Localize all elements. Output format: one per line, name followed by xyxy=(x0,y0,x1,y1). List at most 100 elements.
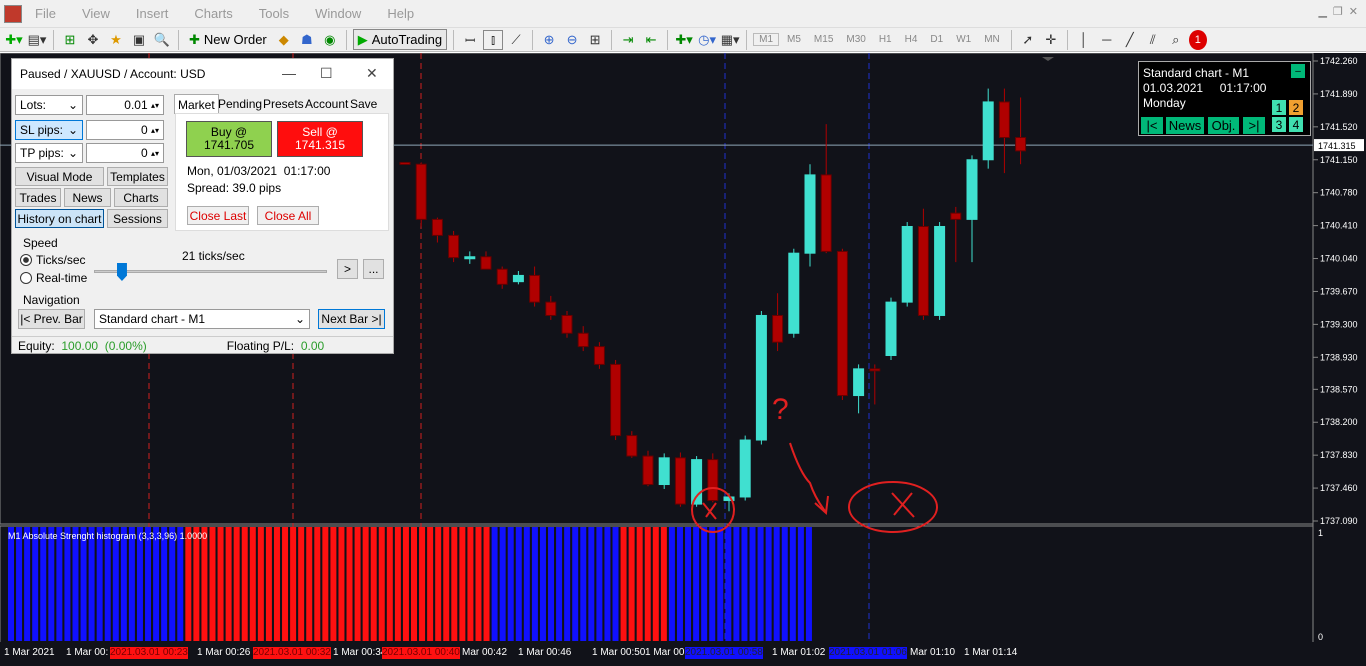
tf-h4[interactable]: H4 xyxy=(900,34,923,45)
tf-mn[interactable]: MN xyxy=(979,34,1005,45)
navigator-icon[interactable]: ✥ xyxy=(83,30,103,50)
candle-chart-icon[interactable]: ⫾ xyxy=(483,29,504,50)
market-watch-icon[interactable]: ⊞ xyxy=(60,30,80,50)
slot-1-button[interactable]: 1 xyxy=(1272,100,1286,115)
line-chart-icon[interactable]: ⟋ xyxy=(506,30,526,50)
metaeditor-icon[interactable]: ◆ xyxy=(274,30,294,50)
menu-tools[interactable]: Tools xyxy=(246,6,302,21)
tf-h1[interactable]: H1 xyxy=(874,34,897,45)
chart-shift-icon[interactable]: ⇤ xyxy=(641,30,661,50)
tester-icon[interactable]: 🔍 xyxy=(152,30,172,50)
close-icon[interactable]: ✕ xyxy=(1349,5,1358,18)
tab-market[interactable]: Market xyxy=(174,94,219,114)
charts-button[interactable]: Charts xyxy=(114,188,168,207)
spinner-icon[interactable]: ▴▾ xyxy=(151,126,159,135)
minimize-icon[interactable]: ▁ xyxy=(1318,5,1326,18)
spinner-icon[interactable]: ▴▾ xyxy=(151,149,159,158)
ticks-radio[interactable]: Ticks/sec xyxy=(20,253,86,267)
chart-select[interactable]: Standard chart - M1 ⌄ xyxy=(94,309,310,329)
tp-input[interactable]: 0 ▴▾ xyxy=(86,143,164,163)
visual-mode-button[interactable]: Visual Mode xyxy=(15,167,104,186)
menu-file[interactable]: File xyxy=(22,6,69,21)
sl-input[interactable]: 0 ▴▾ xyxy=(86,120,164,140)
new-chart-icon[interactable]: ✚▾ xyxy=(4,30,24,50)
tf-d1[interactable]: D1 xyxy=(925,34,948,45)
tf-w1[interactable]: W1 xyxy=(951,34,976,45)
sl-select[interactable]: SL pips: ⌄ xyxy=(15,120,83,140)
profiles-icon[interactable]: ▤▾ xyxy=(27,30,47,50)
channel-icon[interactable]: ⫽ xyxy=(1143,30,1163,50)
candle-body xyxy=(545,301,557,316)
news-toggle-button[interactable]: News xyxy=(1166,117,1204,134)
slot-2-button[interactable]: 2 xyxy=(1289,100,1303,115)
next-bar-button[interactable]: Next Bar >| xyxy=(318,309,385,329)
horizontal-line-icon[interactable]: ─ xyxy=(1097,30,1117,50)
menu-window[interactable]: Window xyxy=(302,6,374,21)
maximize-icon[interactable]: ☐ xyxy=(320,65,333,82)
restore-icon[interactable]: ❐ xyxy=(1333,5,1343,18)
menu-insert[interactable]: Insert xyxy=(123,6,182,21)
terminal-icon[interactable]: ▣ xyxy=(129,30,149,50)
zoom-out-icon[interactable]: ⊖ xyxy=(562,30,582,50)
templates-button[interactable]: Templates xyxy=(107,167,168,186)
search-icon[interactable]: ⌕ xyxy=(1166,30,1186,50)
tab-pending[interactable]: Pending xyxy=(215,94,265,114)
cursor-icon[interactable]: ➚ xyxy=(1018,30,1038,50)
first-button[interactable]: |< xyxy=(1141,117,1163,134)
prev-bar-button[interactable]: |< Prev. Bar xyxy=(18,309,85,329)
menu-view[interactable]: View xyxy=(69,6,123,21)
speed-slider-thumb[interactable] xyxy=(116,263,127,281)
notification-icon[interactable]: 1 xyxy=(1188,29,1207,50)
close-all-button[interactable]: Close All xyxy=(257,206,319,225)
menu-charts[interactable]: Charts xyxy=(181,6,245,21)
favorites-icon[interactable]: ★ xyxy=(106,30,126,50)
menu-bar: File View Insert Charts Tools Window Hel… xyxy=(0,0,1366,27)
templates-icon[interactable]: ▦▾ xyxy=(720,30,740,50)
forward-button[interactable]: > xyxy=(337,259,358,279)
trendline-icon[interactable]: ╱ xyxy=(1120,30,1140,50)
tf-m30[interactable]: M30 xyxy=(841,34,870,45)
menu-help[interactable]: Help xyxy=(374,6,427,21)
tf-m5[interactable]: M5 xyxy=(782,34,806,45)
sell-button[interactable]: Sell @1741.315 xyxy=(277,121,363,157)
tab-save[interactable]: Save xyxy=(347,94,380,114)
candle-body xyxy=(626,435,638,457)
autoscroll-icon[interactable]: ⇥ xyxy=(618,30,638,50)
signals-icon[interactable]: ☗ xyxy=(297,30,317,50)
clock-icon[interactable]: ◷▾ xyxy=(697,30,717,50)
slot-4-button[interactable]: 4 xyxy=(1289,117,1303,132)
tab-account[interactable]: Account xyxy=(302,94,351,114)
crosshair-icon[interactable]: ✛ xyxy=(1041,30,1061,50)
vertical-line-icon[interactable]: │ xyxy=(1074,30,1094,50)
realtime-radio[interactable]: Real-time xyxy=(20,271,87,285)
sessions-button[interactable]: Sessions xyxy=(107,209,168,228)
zoom-in-icon[interactable]: ⊕ xyxy=(539,30,559,50)
tp-select[interactable]: TP pips: ⌄ xyxy=(15,143,83,163)
history-on-chart-button[interactable]: History on chart xyxy=(15,209,104,228)
slot-3-button[interactable]: 3 xyxy=(1272,117,1286,132)
trades-button[interactable]: Trades xyxy=(15,188,61,207)
tf-m15[interactable]: M15 xyxy=(809,34,838,45)
collapse-button[interactable]: ‒ xyxy=(1291,64,1305,78)
indicators-icon[interactable]: ✚▾ xyxy=(674,30,694,50)
spinner-icon[interactable]: ▴▾ xyxy=(151,101,159,110)
autotrading-button[interactable]: ▶ AutoTrading xyxy=(352,29,448,50)
tile-icon[interactable]: ⊞ xyxy=(585,30,605,50)
close-last-button[interactable]: Close Last xyxy=(187,206,249,225)
tf-m1[interactable]: M1 xyxy=(753,33,780,46)
objects-button[interactable]: Obj. xyxy=(1208,117,1239,134)
candle-body xyxy=(982,101,994,161)
lots-input[interactable]: 0.01 ▴▾ xyxy=(86,95,164,115)
last-button[interactable]: >| xyxy=(1243,117,1265,134)
minimize-icon[interactable]: — xyxy=(282,65,296,81)
news-button[interactable]: News xyxy=(64,188,111,207)
new-order-button[interactable]: ✚ New Order xyxy=(185,29,271,50)
speed-slider-track[interactable] xyxy=(94,270,327,273)
bar-chart-icon[interactable]: ꟷ xyxy=(460,30,480,50)
more-button[interactable]: ... xyxy=(363,259,384,279)
tab-presets[interactable]: Presets xyxy=(260,94,307,114)
close-icon[interactable]: ✕ xyxy=(366,65,378,82)
lots-select[interactable]: Lots: ⌄ xyxy=(15,95,83,115)
radio-icon[interactable]: ◉ xyxy=(320,30,340,50)
buy-button[interactable]: Buy @1741.705 xyxy=(186,121,272,157)
